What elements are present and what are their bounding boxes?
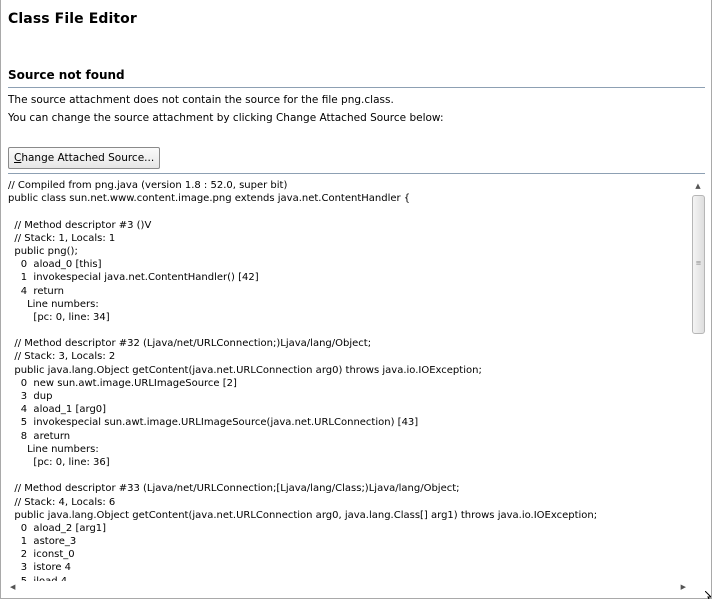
code-line: 0 new sun.awt.image.URLImageSource [2]	[8, 377, 237, 389]
code-line: 3 dup	[8, 391, 53, 402]
code-line: 0 aload_0 [this]	[8, 259, 102, 271]
bytecode-text-area[interactable]: // Compiled from png.java (version 1.8 :…	[8, 179, 690, 581]
vertical-scrollbar[interactable]: ▲ ≡	[690, 179, 706, 581]
code-line: // Method descriptor #32 (Ljava/net/URLC…	[8, 338, 372, 350]
editor-title: Class File Editor	[8, 11, 137, 27]
button-label: hange Attached Source...	[21, 152, 155, 164]
code-line: 1 astore_3	[8, 536, 77, 548]
code-line: public png();	[8, 245, 78, 257]
code-line: Line numbers:	[8, 298, 99, 310]
code-line: public java.lang.Object getContent(java.…	[8, 364, 482, 376]
code-line: public java.lang.Object getContent(java.…	[8, 509, 598, 521]
code-line: 8 areturn	[8, 430, 71, 442]
code-line: 0 aload_2 [arg1]	[8, 522, 107, 534]
code-line: 4 aload_1 [arg0]	[8, 404, 107, 416]
grip-icon: ≡	[695, 259, 702, 267]
code-line: // Method descriptor #33 (Ljava/net/URLC…	[8, 483, 460, 495]
code-line: // Compiled from png.java (version 1.8 :…	[8, 180, 288, 191]
code-line: 3 istore 4	[8, 562, 72, 574]
code-line: 4 return	[8, 285, 65, 297]
code-divider	[8, 173, 705, 174]
section-heading: Source not found	[8, 68, 125, 82]
vertical-scroll-thumb[interactable]: ≡	[692, 195, 705, 334]
code-line: // Stack: 3, Locals: 2	[8, 351, 116, 363]
code-line: Line numbers:	[8, 443, 99, 455]
left-arrow-icon[interactable]: ◀	[10, 583, 15, 591]
code-line: // Stack: 1, Locals: 1	[8, 232, 116, 244]
up-arrow-icon[interactable]: ▲	[693, 181, 703, 191]
change-attached-source-button[interactable]: Change Attached Source...	[8, 147, 161, 169]
code-line: 2 iconst_0	[8, 549, 75, 561]
right-arrow-icon[interactable]: ▶	[681, 583, 686, 591]
code-line: public class sun.net.www.content.image.p…	[8, 193, 411, 205]
source-message-2: You can change the source attachment by …	[8, 112, 444, 124]
horizontal-scrollbar[interactable]: ◀ ▶	[8, 581, 690, 595]
resize-cursor-icon	[705, 591, 711, 599]
code-line: // Stack: 4, Locals: 6	[8, 496, 116, 508]
code-line: [pc: 0, line: 36]	[8, 456, 110, 468]
source-message-1: The source attachment does not contain t…	[8, 94, 394, 106]
code-line: [pc: 0, line: 34]	[8, 311, 110, 323]
code-line: // Method descriptor #3 ()V	[8, 219, 152, 231]
code-line: 1 invokespecial java.net.ContentHandler(…	[8, 272, 259, 284]
code-line: 5 invokespecial sun.awt.image.URLImageSo…	[8, 417, 419, 429]
section-divider	[8, 87, 705, 88]
